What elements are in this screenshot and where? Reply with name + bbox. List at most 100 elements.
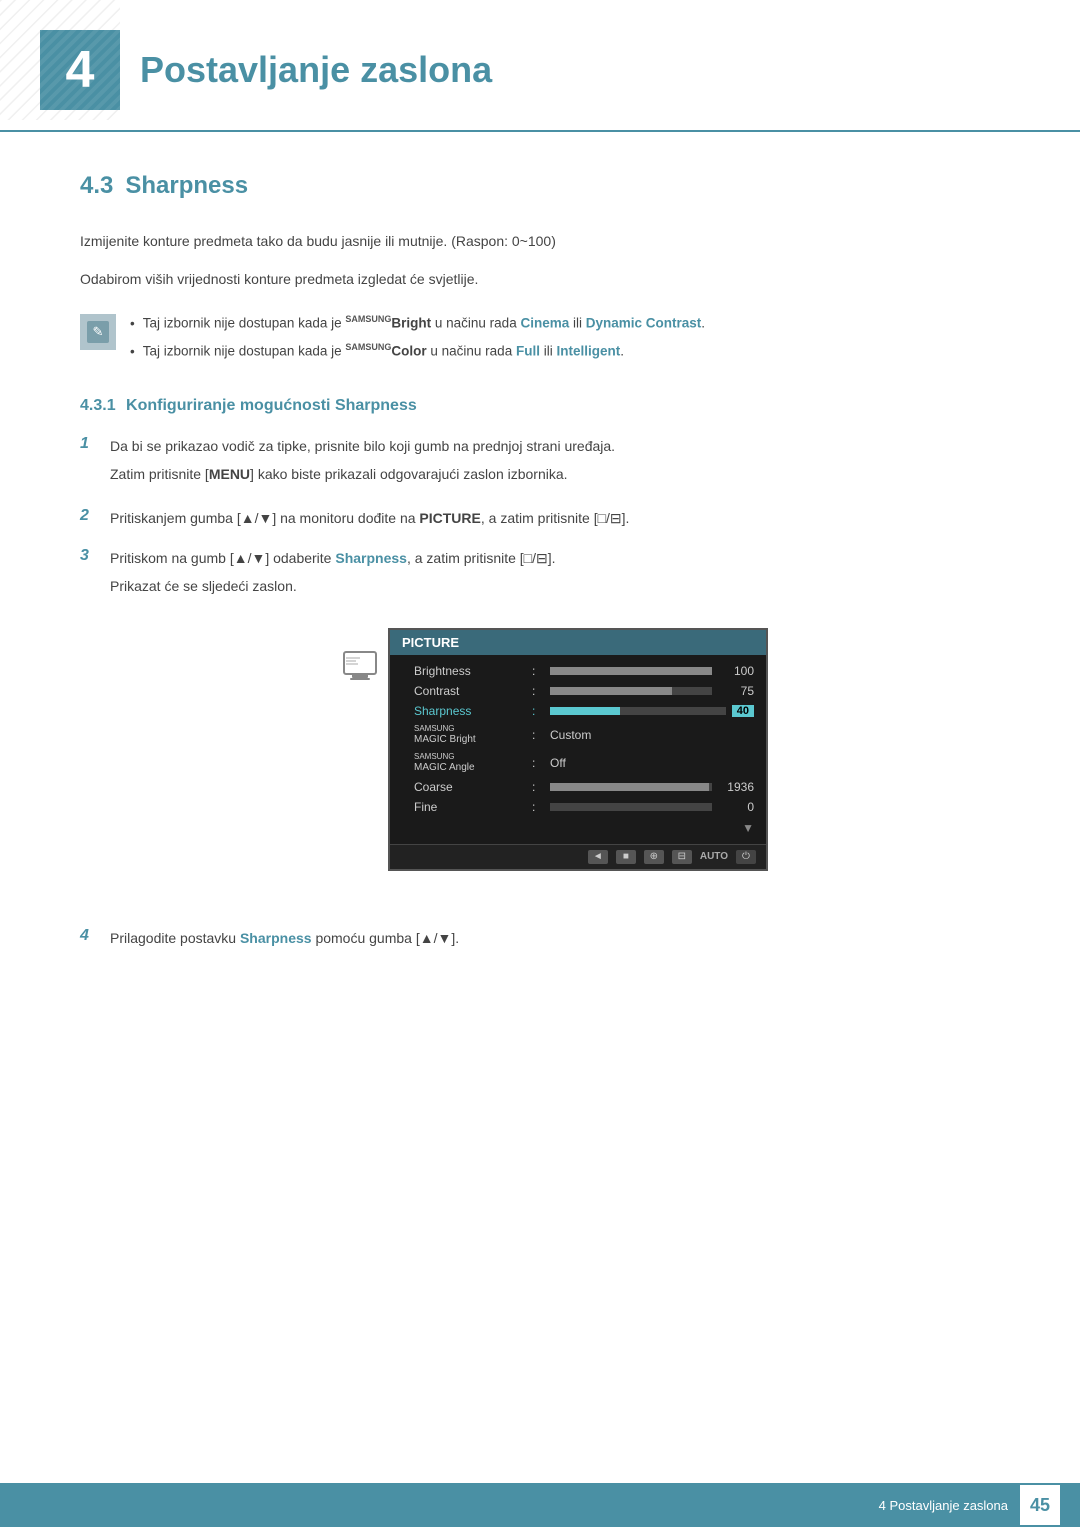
osd-fill-brightness [550, 667, 712, 675]
chapter-number: 4 [66, 40, 95, 100]
step-4-text: Prilagodite postavku Sharpness pomoću gu… [110, 927, 1000, 951]
step-1-content: Da bi se prikazao vodič za tipke, prisni… [110, 435, 1000, 491]
step-3-subtext: Prikazat će se sljedeći zaslon. [110, 575, 1000, 599]
step-2-text: Pritiskanjem gumba [▲/▼] na monitoru dođ… [110, 507, 1000, 531]
osd-btn-plus: ⊕ [644, 850, 664, 864]
step-2-content: Pritiskanjem gumba [▲/▼] na monitoru dođ… [110, 507, 1000, 531]
osd-label-brightness: Brightness [414, 664, 524, 678]
osd-btn-power: ⏻ [736, 850, 756, 864]
section-number: 4.3 [80, 172, 113, 200]
step-2-num: 2 [80, 507, 96, 525]
brand-small-1: SAMSUNG [345, 314, 391, 324]
osd-bar-sharpness: 40 [550, 705, 754, 717]
osd-row-magic-bright: SAMSUNGMAGIC Bright : Custom [390, 721, 766, 749]
subsection-title: 4.3.1 Konfiguriranje mogućnosti Sharpnes… [80, 397, 1000, 415]
note1-text: Taj izbornik nije dostupan kada je SAMSU… [143, 312, 705, 335]
dynamic-contrast-label: Dynamic Contrast [586, 315, 702, 330]
osd-scroll-indicator: ▼ [390, 817, 766, 838]
page-footer: 4 Postavljanje zaslona 45 [0, 1483, 1080, 1527]
chapter-title: Postavljanje zaslona [140, 49, 492, 91]
osd-label-magic-angle: SAMSUNGMAGIC Angle [414, 752, 524, 774]
osd-btn-menu: ■ [616, 850, 636, 864]
step-4-content: Prilagodite postavku Sharpness pomoću gu… [110, 927, 1000, 951]
note-box: Taj izbornik nije dostupan kada je SAMSU… [80, 312, 1000, 368]
osd-btn-enter: ⊟ [672, 850, 692, 864]
brand-small-2: SAMSUNG [345, 342, 391, 352]
osd-row-contrast: Contrast : 75 [390, 681, 766, 701]
note-text-block: Taj izbornik nije dostupan kada je SAMSU… [130, 312, 1000, 368]
full-label: Full [516, 343, 540, 358]
steps-list: 1 Da bi se prikazao vodič za tipke, pris… [80, 435, 1000, 950]
section-title: 4.3 Sharpness [80, 172, 1000, 200]
monitor-thumb-row: PICTURE Brightness : [110, 608, 1000, 890]
intelligent-label: Intelligent [556, 343, 620, 358]
osd-row-sharpness: Sharpness : 40 [390, 701, 766, 721]
osd-plus-icon: ⊕ [644, 850, 664, 864]
step-1-subtext: Zatim pritisnite [MENU] kako biste prika… [110, 463, 1000, 487]
osd-bar-fine: 0 [550, 800, 754, 814]
osd-row-brightness: Brightness : 100 [390, 661, 766, 681]
section-heading: Sharpness [125, 172, 248, 200]
osd-fill-coarse [550, 783, 709, 791]
osd-label-coarse: Coarse [414, 780, 524, 794]
osd-container: PICTURE Brightness : [388, 628, 768, 870]
subsection-heading: Konfiguriranje mogućnosti Sharpness [126, 397, 417, 414]
step-3: 3 Pritiskom na gumb [▲/▼] odaberite Shar… [80, 547, 1000, 911]
osd-body: Brightness : 100 [390, 655, 766, 843]
content-area: 4.3 Sharpness Izmijenite konture predmet… [0, 172, 1080, 1046]
osd-label-magic-bright: SAMSUNGMAGIC Bright [414, 724, 524, 746]
note-icon-inner [87, 321, 109, 343]
osd-power-icon: ⏻ [736, 850, 756, 864]
chapter-number-box: 4 [40, 30, 120, 110]
cinema-label: Cinema [520, 315, 569, 330]
osd-header: PICTURE [390, 630, 766, 655]
magic-color-label: Color [391, 343, 426, 358]
osd-row-fine: Fine : 0 [390, 797, 766, 817]
osd-value-magic-angle: Off [550, 756, 566, 770]
osd-bar-contrast: 75 [550, 684, 754, 698]
body-para1: Izmijenite konture predmeta tako da budu… [80, 230, 1000, 254]
osd-row-coarse: Coarse : 1936 [390, 777, 766, 797]
osd-row-magic-angle: SAMSUNGMAGIC Angle : Off [390, 749, 766, 777]
osd-value-contrast: 75 [718, 684, 754, 698]
step-3-content: Pritiskom na gumb [▲/▼] odaberite Sharpn… [110, 547, 1000, 911]
osd-enter-icon: ⊟ [672, 850, 692, 864]
osd-back-icon: ◄ [588, 850, 608, 864]
step-1-num: 1 [80, 435, 96, 453]
subsection-number: 4.3.1 [80, 397, 116, 414]
osd-value-sharpness: 40 [732, 705, 754, 717]
footer-page-num: 45 [1020, 1485, 1060, 1525]
osd-bar-coarse: 1936 [550, 780, 754, 794]
osd-bar-brightness: 100 [550, 664, 754, 678]
step-1-text: Da bi se prikazao vodič za tipke, prisni… [110, 435, 1000, 459]
osd-auto-label: AUTO [700, 851, 728, 862]
sharpness-keyword-4: Sharpness [240, 930, 312, 946]
osd-value-coarse: 1936 [718, 780, 754, 794]
osd-btn-back: ◄ [588, 850, 608, 864]
osd-label-fine: Fine [414, 800, 524, 814]
magic-bright-label: Bright [391, 315, 431, 330]
note-item-1: Taj izbornik nije dostupan kada je SAMSU… [130, 312, 1000, 336]
picture-keyword: PICTURE [419, 510, 480, 526]
step-3-text: Pritiskom na gumb [▲/▼] odaberite Sharpn… [110, 547, 1000, 571]
note-item-2: Taj izbornik nije dostupan kada je SAMSU… [130, 340, 1000, 364]
step-4-num: 4 [80, 927, 96, 945]
menu-keyword: MENU [209, 466, 250, 482]
step-1: 1 Da bi se prikazao vodič za tipke, pris… [80, 435, 1000, 491]
osd-menu-icon: ■ [616, 850, 636, 864]
osd-footer: ◄ ■ ⊕ [390, 844, 766, 869]
page-header: 4 Postavljanje zaslona [0, 0, 1080, 132]
body-para2: Odabirom viših vrijednosti konture predm… [80, 268, 1000, 292]
osd-label-sharpness: Sharpness [414, 704, 524, 718]
osd-value-magic-bright: Custom [550, 728, 591, 742]
osd-btn-auto: AUTO [700, 851, 728, 862]
note-icon [80, 314, 116, 350]
osd-label-contrast: Contrast [414, 684, 524, 698]
osd-value-brightness: 100 [718, 664, 754, 678]
sharpness-keyword-3: Sharpness [335, 550, 407, 566]
osd-fill-contrast [550, 687, 672, 695]
osd-value-fine: 0 [718, 800, 754, 814]
footer-chapter-text: 4 Postavljanje zaslona [879, 1498, 1008, 1513]
monitor-icon [342, 648, 378, 688]
note2-text: Taj izbornik nije dostupan kada je SAMSU… [143, 340, 624, 363]
